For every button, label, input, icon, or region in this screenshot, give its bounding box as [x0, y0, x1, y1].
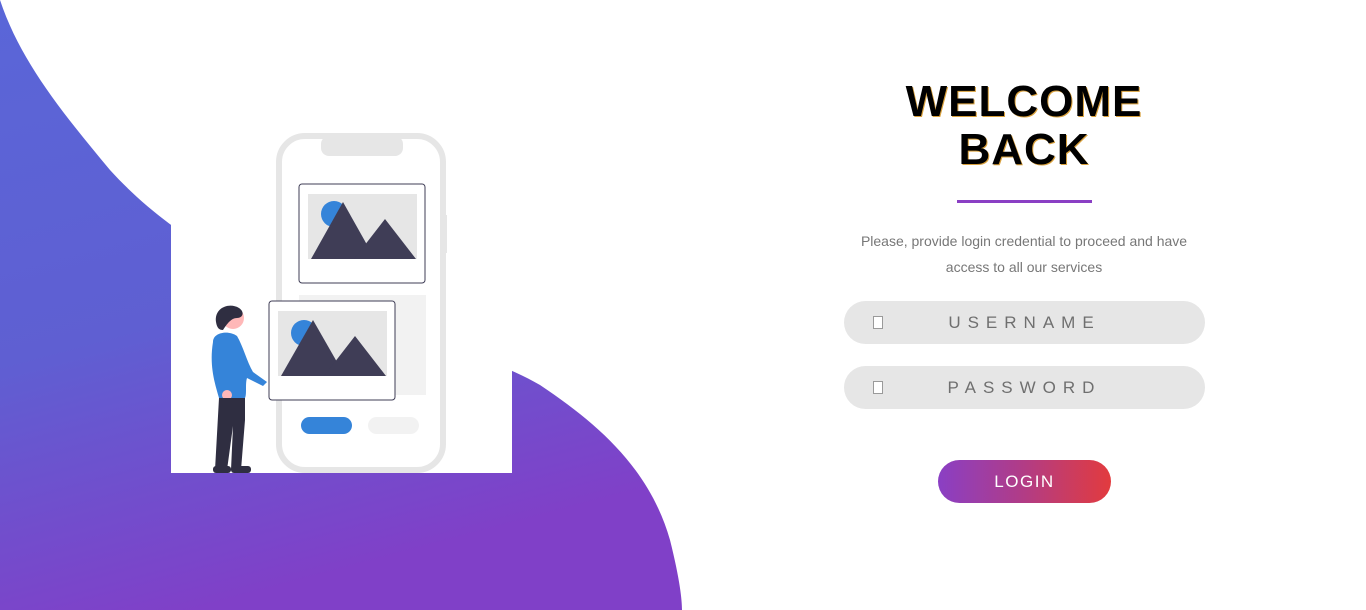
- image-card-2: [268, 300, 396, 401]
- login-subtitle: Please, provide login credential to proc…: [860, 233, 1188, 275]
- page-title: WELCOME BACK: [824, 78, 1224, 174]
- login-form: WELCOME BACK Please, provide login crede…: [824, 0, 1224, 610]
- lock-icon: [873, 381, 883, 394]
- login-button[interactable]: LOGIN: [938, 460, 1111, 503]
- title-line-1: WELCOME: [905, 77, 1143, 126]
- illustration: [171, 80, 512, 473]
- login-page: WELCOME BACK Please, provide login crede…: [0, 0, 1366, 610]
- username-field[interactable]: [844, 301, 1205, 344]
- image-card-1: [298, 183, 426, 284]
- username-input[interactable]: [844, 301, 1205, 344]
- title-divider: [957, 200, 1092, 203]
- password-input[interactable]: [844, 366, 1205, 409]
- password-field[interactable]: [844, 366, 1205, 409]
- user-icon: [873, 316, 883, 329]
- title-line-2: BACK: [958, 125, 1090, 174]
